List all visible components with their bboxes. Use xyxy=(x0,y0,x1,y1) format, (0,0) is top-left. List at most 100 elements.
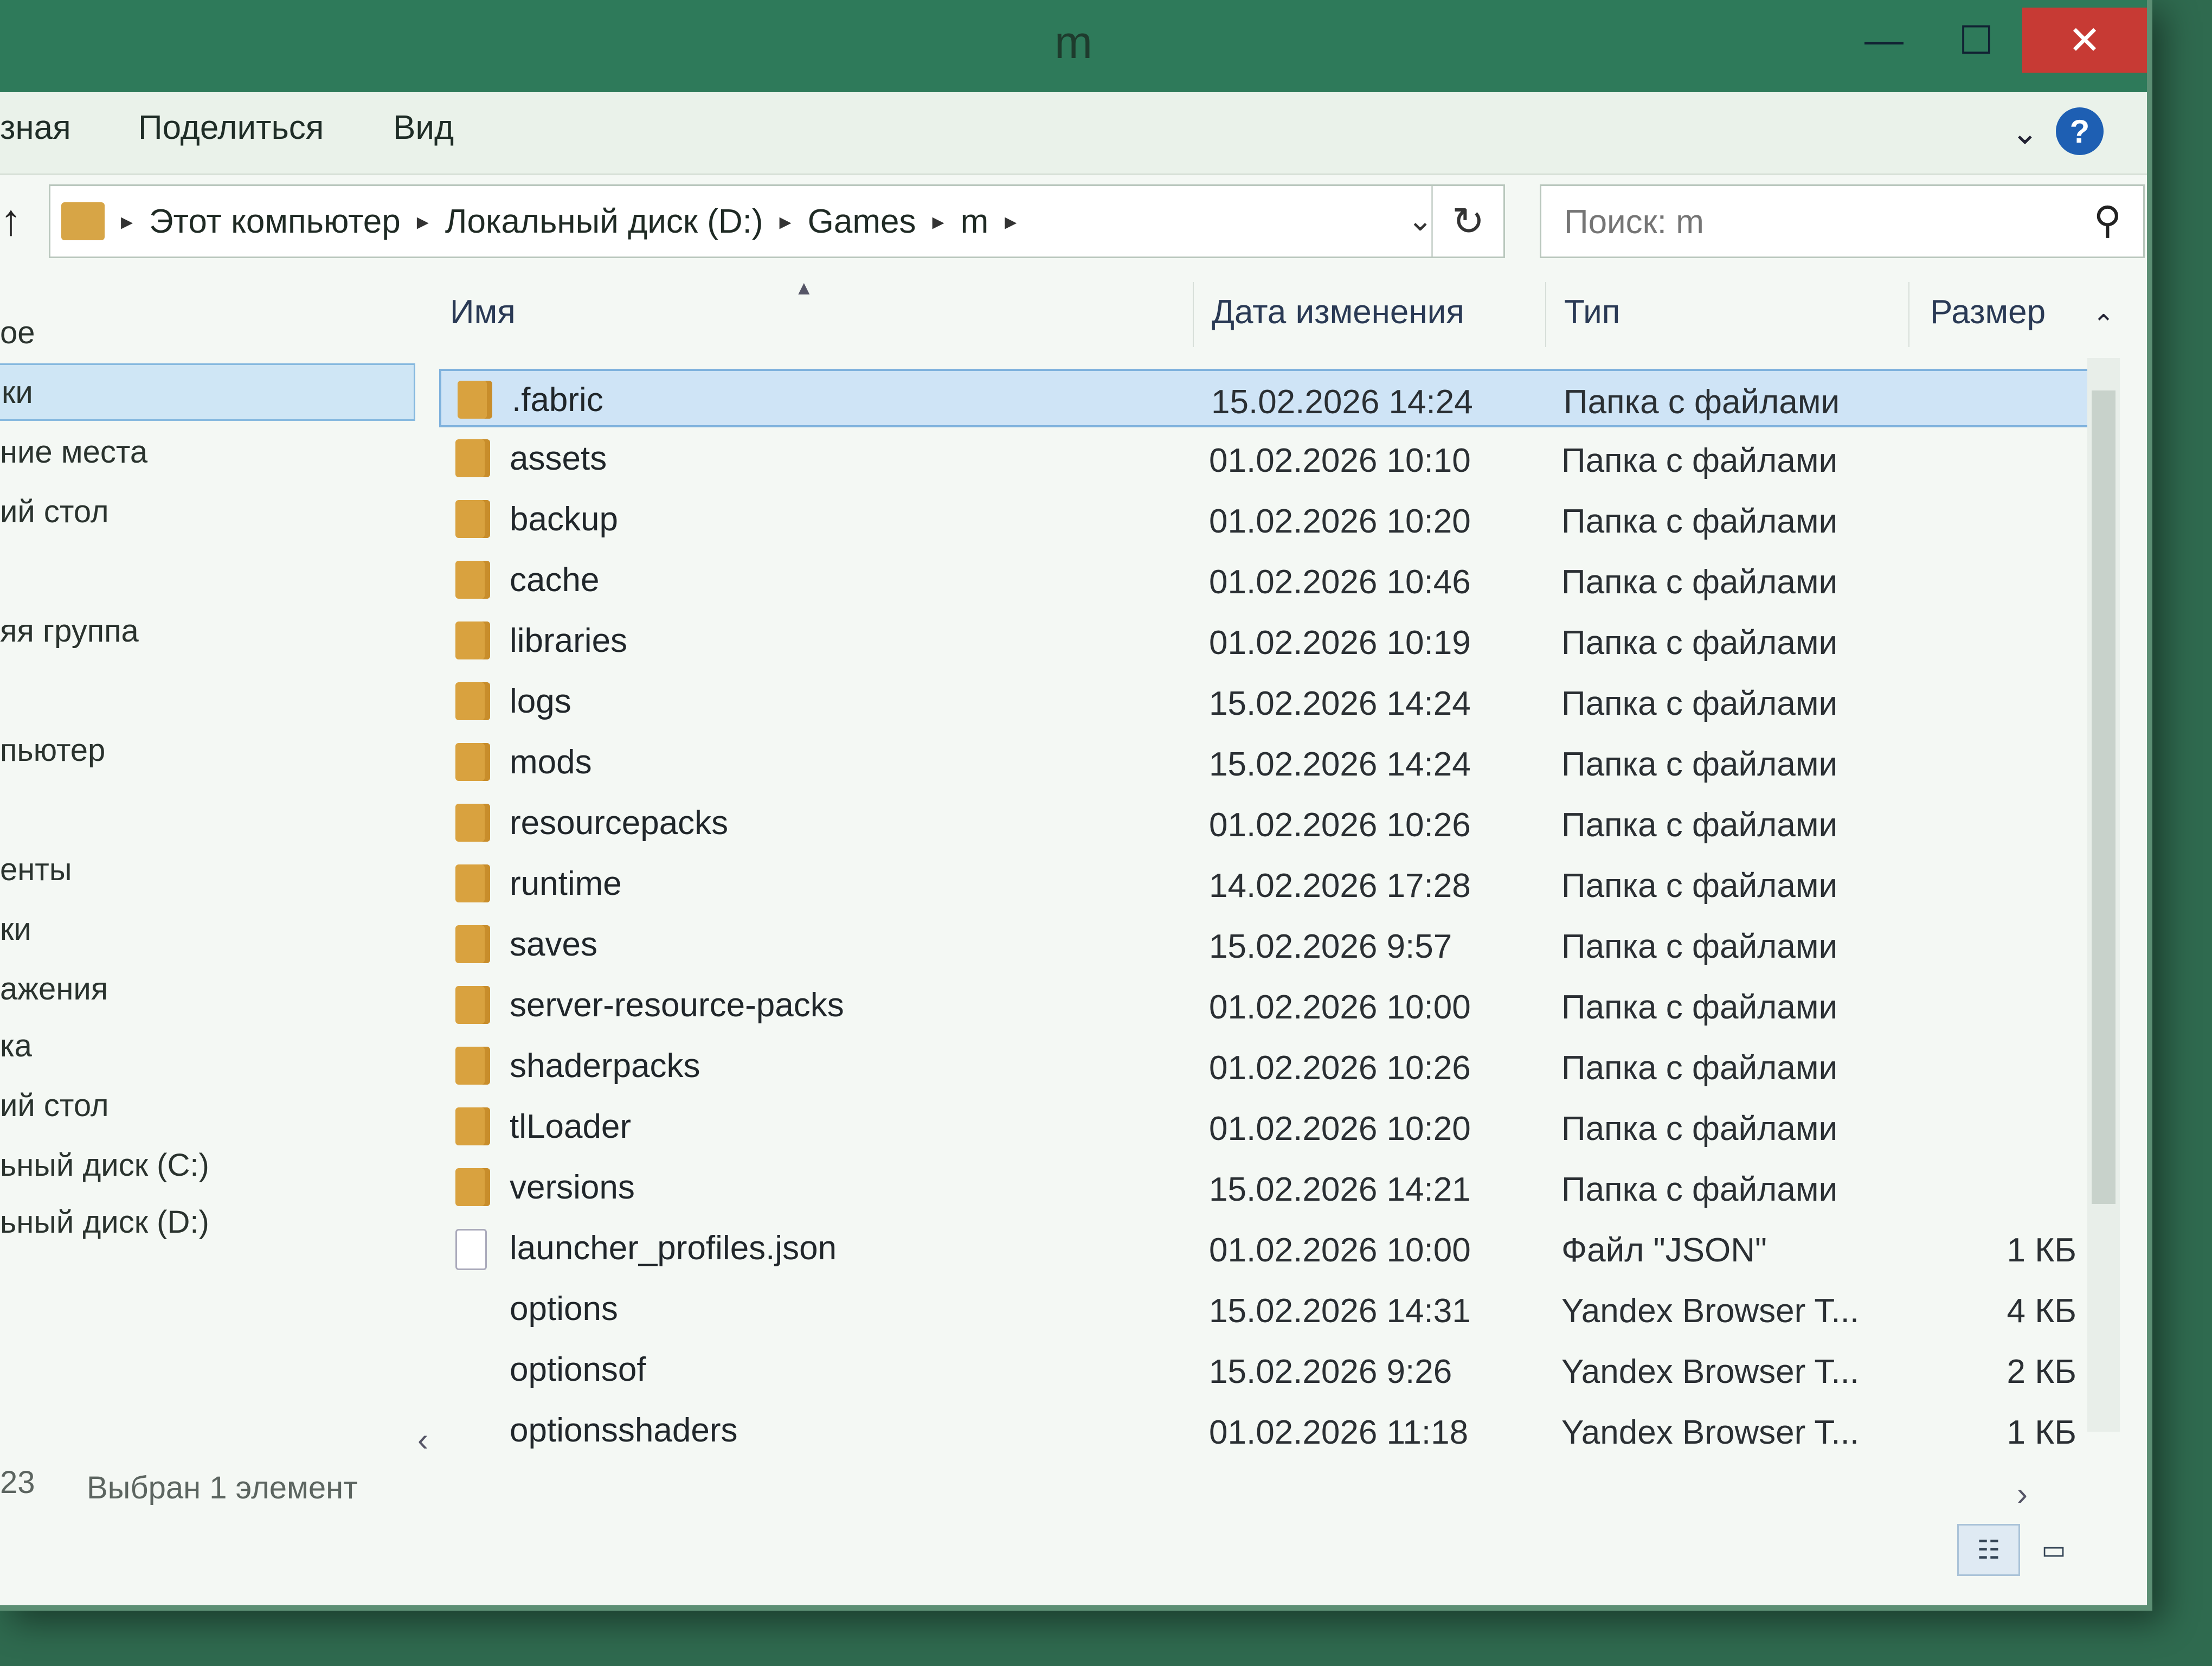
file-name: options xyxy=(510,1290,618,1328)
breadcrumb-separator-icon[interactable]: ▸ xyxy=(932,208,944,235)
file-date: 01.02.2026 10:00 xyxy=(1209,1232,1471,1269)
close-button[interactable]: ✕ xyxy=(2022,8,2147,73)
file-list: Имя ▲ Дата изменения Тип Размер .fabric 1… xyxy=(434,271,2131,1464)
column-divider[interactable] xyxy=(1908,282,1909,347)
folder-icon xyxy=(455,439,490,477)
file-row[interactable]: tlLoader 01.02.2026 10:20 Папка с файлами xyxy=(439,1098,2109,1156)
file-date: 01.02.2026 10:20 xyxy=(1209,503,1471,540)
search-box[interactable]: ⚲ xyxy=(1540,184,2145,258)
file-row[interactable]: libraries 01.02.2026 10:19 Папка с файлами xyxy=(439,612,2109,670)
file-size: 1 КБ xyxy=(2007,1232,2076,1269)
selection-status: Выбран 1 элемент xyxy=(87,1470,358,1505)
file-date: 01.02.2026 10:20 xyxy=(1209,1110,1471,1148)
address-bar[interactable]: ▸ Этот компьютер ▸ Локальный диск (D:) ▸… xyxy=(49,184,1505,258)
file-date: 01.02.2026 10:46 xyxy=(1209,563,1471,601)
file-name: assets xyxy=(510,440,607,477)
folder-icon xyxy=(455,986,490,1024)
nav-item[interactable]: ние места xyxy=(0,434,147,470)
folder-icon xyxy=(455,1168,490,1206)
breadcrumb-separator-icon[interactable]: ▸ xyxy=(780,208,792,235)
nav-item[interactable]: ки xyxy=(0,911,31,947)
folder-icon xyxy=(455,500,490,538)
column-header-type[interactable]: Тип xyxy=(1564,293,1620,331)
file-row[interactable]: mods 15.02.2026 14:24 Папка с файлами xyxy=(439,733,2109,792)
nav-item[interactable]: яя группа xyxy=(0,613,139,649)
file-type: Папка с файлами xyxy=(1564,383,1840,421)
file-type: Папка с файлами xyxy=(1561,685,1838,722)
file-date: 15.02.2026 14:21 xyxy=(1209,1171,1471,1208)
breadcrumb-local-disk-d[interactable]: Локальный диск (D:) xyxy=(445,202,763,241)
breadcrumb-games[interactable]: Games xyxy=(808,202,916,241)
file-row[interactable]: versions 15.02.2026 14:21 Папка с файлами xyxy=(439,1158,2109,1217)
ribbon-tabs: зная Поделиться Вид ⌄ ? xyxy=(0,92,2147,175)
file-row[interactable]: logs 15.02.2026 14:24 Папка с файлами xyxy=(439,672,2109,731)
ribbon-expand-icon[interactable]: ⌄ xyxy=(2011,114,2039,152)
file-type: Папка с файлами xyxy=(1561,928,1838,965)
file-row[interactable]: launcher_profiles.json 01.02.2026 10:00 Фа… xyxy=(439,1219,2109,1278)
file-row[interactable]: backup 01.02.2026 10:20 Папка с файлами xyxy=(439,490,2109,549)
column-divider[interactable] xyxy=(1193,282,1194,347)
navigation-pane: ое ки ние места ий стол яя группа пьютер… xyxy=(0,282,415,1464)
search-icon[interactable]: ⚲ xyxy=(2094,198,2121,242)
breadcrumb-separator-icon[interactable]: ▸ xyxy=(121,208,133,235)
file-row[interactable]: options 15.02.2026 14:31 Yandex Browser T.… xyxy=(439,1280,2109,1338)
file-row[interactable]: resourcepacks 01.02.2026 10:26 Папка с фай… xyxy=(439,794,2109,853)
refresh-icon[interactable]: ↻ xyxy=(1431,186,1503,257)
breadcrumb-separator-icon[interactable]: ▸ xyxy=(417,208,429,235)
column-header-date[interactable]: Дата изменения xyxy=(1212,293,1464,331)
file-type: Папка с файлами xyxy=(1561,503,1838,540)
vertical-scrollbar[interactable]: ⌃ xyxy=(2087,310,2120,1432)
nav-item[interactable]: пьютер xyxy=(0,732,105,768)
up-arrow-icon[interactable]: ↑ xyxy=(0,195,22,245)
file-row[interactable]: runtime 14.02.2026 17:28 Папка с файлами xyxy=(439,855,2109,913)
file-row[interactable]: optionsshaders 01.02.2026 11:18 Yandex Bro… xyxy=(439,1401,2109,1460)
file-date: 15.02.2026 14:24 xyxy=(1211,383,1473,421)
tab-view[interactable]: Вид xyxy=(393,108,454,147)
file-type: Папка с файлами xyxy=(1561,1171,1838,1208)
scrollbar-thumb[interactable] xyxy=(2092,390,2115,1204)
nav-item-selected[interactable]: ки xyxy=(0,363,415,421)
maximize-button[interactable]: ☐ xyxy=(1930,8,2022,73)
window-title: m xyxy=(1054,17,1092,68)
folder-icon xyxy=(455,864,490,902)
search-input[interactable] xyxy=(1563,197,2053,247)
file-row[interactable]: saves 15.02.2026 9:57 Папка с файлами xyxy=(439,915,2109,974)
file-row[interactable]: optionsof 15.02.2026 9:26 Yandex Browser T… xyxy=(439,1341,2109,1399)
file-row[interactable]: .fabric 15.02.2026 14:24 Папка с файлами xyxy=(439,369,2109,427)
help-icon[interactable]: ? xyxy=(2056,107,2104,155)
nav-item[interactable]: ий стол xyxy=(0,1087,109,1124)
file-name: optionsof xyxy=(510,1351,646,1388)
details-view-icon[interactable]: ☷ xyxy=(1957,1524,2020,1576)
breadcrumb-this-pc[interactable]: Этот компьютер xyxy=(149,202,401,241)
column-header-name[interactable]: Имя xyxy=(450,293,516,331)
nav-item-drive-c[interactable]: ьный диск (C:) xyxy=(0,1147,209,1183)
breadcrumb-separator-icon[interactable]: ▸ xyxy=(1005,208,1017,235)
nav-item-drive-d[interactable]: ьный диск (D:) xyxy=(0,1204,209,1240)
file-row[interactable]: server-resource-packs 01.02.2026 10:00 Пап… xyxy=(439,976,2109,1035)
tab-home[interactable]: зная xyxy=(0,108,71,147)
address-dropdown-icon[interactable]: ⌄ xyxy=(1407,202,1433,238)
folder-icon xyxy=(455,621,490,659)
file-name: libraries xyxy=(510,622,628,659)
nav-item[interactable]: ое xyxy=(0,315,35,351)
column-divider[interactable] xyxy=(1545,282,1546,347)
nav-item[interactable]: ка xyxy=(0,1028,32,1064)
column-header-size[interactable]: Размер xyxy=(1930,293,2046,331)
scroll-up-icon[interactable]: ⌃ xyxy=(2087,309,2120,339)
file-name: backup xyxy=(510,501,618,538)
scroll-left-icon[interactable]: ‹ xyxy=(417,1421,428,1458)
explorer-window: m — ☐ ✕ зная Поделиться Вид ⌄ ? ↑ ▸ Этот… xyxy=(0,0,2152,1611)
file-row[interactable]: cache 01.02.2026 10:46 Папка с файлами xyxy=(439,551,2109,610)
file-date: 01.02.2026 11:18 xyxy=(1209,1414,1469,1451)
folder-icon xyxy=(455,804,490,842)
nav-item[interactable]: енты xyxy=(0,851,72,888)
file-row[interactable]: assets 01.02.2026 10:10 Папка с файлами xyxy=(439,430,2109,488)
breadcrumb-m[interactable]: m xyxy=(961,202,989,241)
title-bar[interactable]: m — ☐ ✕ xyxy=(0,0,2147,92)
minimize-button[interactable]: — xyxy=(1838,8,1930,73)
file-row[interactable]: shaderpacks 01.02.2026 10:26 Папка с файла… xyxy=(439,1037,2109,1095)
nav-item[interactable]: ажения xyxy=(0,971,108,1007)
tab-share[interactable]: Поделиться xyxy=(138,108,324,147)
tiles-view-icon[interactable]: ▭ xyxy=(2022,1524,2085,1576)
nav-item[interactable]: ий стол xyxy=(0,494,109,530)
